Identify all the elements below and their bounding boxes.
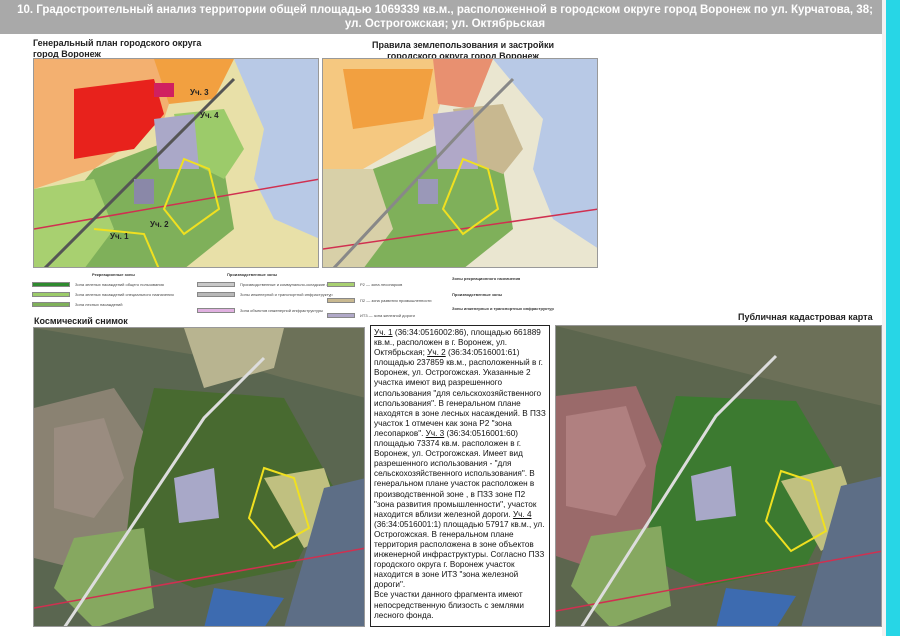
legend-gp-item-6: Зона объектов инженерной инфраструктуры	[197, 308, 323, 313]
page-title: 10. Градостроительный анализ территории …	[17, 4, 873, 30]
general-plan-title: Генеральный план городского округа город…	[33, 38, 202, 59]
plot-4-label: Уч. 4	[512, 509, 532, 519]
legend-zoning-item-2: П2 — зона развития промышленности	[327, 298, 432, 303]
legend-gp-item-1: Зона зеленых насаждений общего пользован…	[32, 282, 164, 287]
legend-gp-item-3: Зона лесных насаждений	[32, 302, 123, 307]
legend-gp-item-5: Зоны инженерной и транспортной инфрастру…	[197, 292, 333, 297]
cadastral-map[interactable]	[555, 325, 882, 627]
satellite-map[interactable]	[33, 327, 365, 627]
parcel-description: Уч. 1 (36:34:0516002:86), площадью 66188…	[370, 325, 550, 627]
legend-gp-recreation-head: Рекреационные зоны	[92, 272, 135, 277]
gp-plot-label-4: Уч. 4	[200, 111, 219, 120]
legend-gp-item-2: Зона зеленых насаждений специального наз…	[32, 292, 174, 297]
zoning-map[interactable]	[322, 58, 598, 268]
legend-gp-production-head: Производственные зоны	[227, 272, 278, 277]
legend-zoning-recreation-head: Зоны рекреационного назначения	[452, 276, 521, 281]
plot-1-label: Уч. 1	[374, 328, 393, 337]
plot-4-text: (36:34:0516001:1) площадью 57917 кв.м., …	[374, 519, 545, 590]
legend-zoning-item-1: Р2 — зона лесопарков	[327, 282, 402, 287]
closing-note: Все участки данного фрагмента имеют непо…	[374, 590, 524, 620]
plot-2-text: (36:34:0516001:61) площадью 237859 кв.м.…	[374, 348, 546, 438]
legend-zoning-production-head: Производственные зоны	[452, 292, 503, 297]
plot-2-label: Уч. 2	[427, 348, 446, 358]
plot-3-label: Уч. 3	[425, 428, 445, 438]
legend-zoning-item-3: ИТ3 — зона железной дороги	[327, 313, 415, 318]
gp-plot-label-2: Уч. 2	[150, 220, 169, 229]
accent-strip	[886, 0, 900, 636]
gp-plot-label-3: Уч. 3	[190, 88, 209, 97]
map-legend: Рекреационные зоны Зона зеленых насажден…	[32, 272, 598, 322]
legend-gp-item-4: Производственные и коммунально-складские…	[197, 282, 335, 287]
cadastral-title: Публичная кадастровая карта	[738, 312, 873, 322]
gp-plot-label-1: Уч. 1	[110, 232, 129, 241]
plot-3-text: (36:34:0516001:60) площадью 73374 кв.м. …	[374, 428, 537, 519]
legend-zoning-transport-head: Зоны инженерных и транспортных инфрастру…	[452, 306, 554, 311]
general-plan-map[interactable]	[33, 58, 319, 268]
